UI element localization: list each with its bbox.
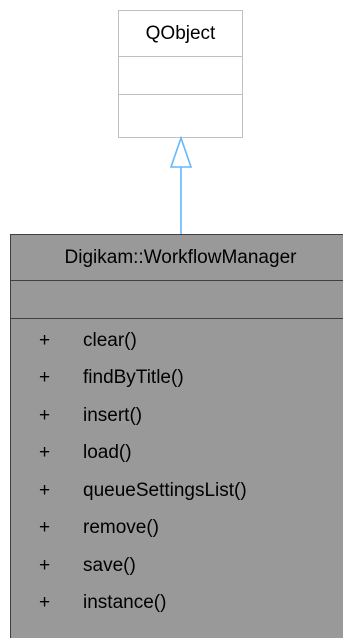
operation-row[interactable]: + load()	[11, 435, 343, 473]
operation-name: queueSettingsList()	[83, 479, 247, 501]
operation-visibility: +	[39, 404, 51, 426]
operation-visibility: +	[39, 442, 51, 464]
operation-name: insert()	[83, 404, 143, 426]
operation-visibility: +	[39, 554, 51, 576]
operation-name: findByTitle()	[83, 367, 184, 389]
operation-row[interactable]: + remove()	[11, 510, 343, 548]
operation-row[interactable]: + insert()	[11, 397, 343, 435]
base-class-attributes-section	[119, 57, 242, 95]
operation-row[interactable]: + findByTitle()	[11, 360, 343, 398]
operation-name: clear()	[83, 329, 137, 351]
operation-visibility: +	[39, 592, 51, 614]
base-class-name: QObject	[119, 11, 242, 57]
base-class-qobject[interactable]: QObject	[118, 10, 243, 138]
inheritance-arrowhead	[169, 136, 193, 168]
main-class-name: Digikam::WorkflowManager	[11, 235, 343, 281]
base-class-operations-section	[119, 95, 242, 137]
operation-visibility: +	[39, 329, 51, 351]
operation-row[interactable]: + instance()	[11, 585, 343, 623]
operation-row[interactable]: + queueSettingsList()	[11, 472, 343, 510]
operation-name: load()	[83, 442, 132, 464]
main-class-workflow-manager[interactable]: Digikam::WorkflowManager + clear() + fin…	[10, 234, 343, 638]
main-class-attributes-section	[11, 281, 343, 319]
operation-visibility: +	[39, 517, 51, 539]
operation-visibility: +	[39, 479, 51, 501]
operation-row[interactable]: + save()	[11, 547, 343, 585]
operation-name: save()	[83, 554, 136, 576]
operation-visibility: +	[39, 367, 51, 389]
main-class-operations-section: + clear() + findByTitle() + insert() + l…	[11, 319, 343, 622]
operation-name: instance()	[83, 592, 167, 614]
operation-row[interactable]: + clear()	[11, 322, 343, 360]
operation-name: remove()	[83, 517, 160, 539]
inheritance-arrow	[169, 136, 193, 236]
